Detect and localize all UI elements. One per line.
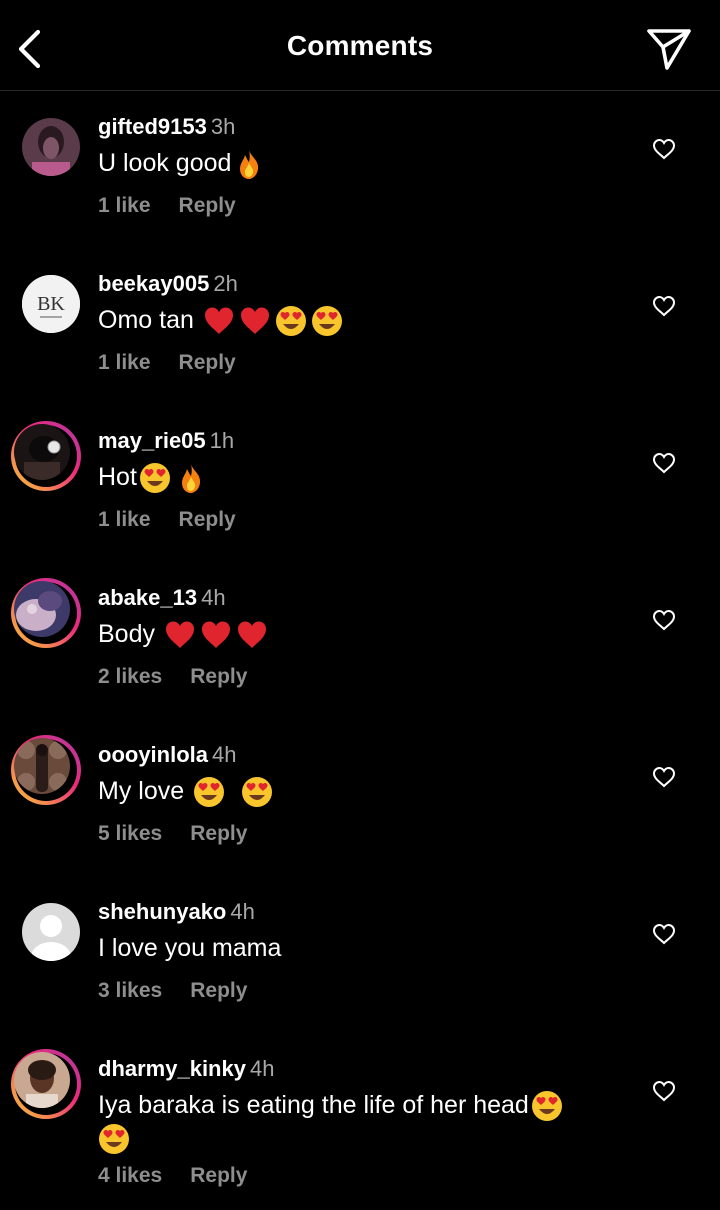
comment-item: gifted9153 3h U look good 1 like Reply	[0, 114, 720, 268]
username[interactable]: gifted9153	[98, 114, 207, 139]
username[interactable]: oooyinlola	[98, 742, 208, 767]
timestamp: 4h	[201, 585, 226, 610]
comment-text: Hot	[98, 462, 598, 494]
red-heart-icon	[204, 307, 233, 335]
like-count[interactable]: 5 likes	[98, 822, 162, 845]
like-count[interactable]: 4 likes	[98, 1164, 162, 1187]
avatar-monogram: BK	[37, 293, 65, 315]
comment-item: dharmy_kinky 4h Iya baraka is eating the …	[0, 1049, 720, 1210]
heart-icon[interactable]	[652, 766, 676, 788]
reply-button[interactable]: Reply	[190, 979, 247, 1002]
heart-eyes-emoji-icon	[242, 777, 273, 808]
comment-text: Iya baraka is eating the life of her hea…	[98, 1090, 598, 1155]
paper-plane-icon[interactable]	[646, 26, 692, 72]
timestamp: 1h	[209, 428, 235, 453]
reply-button[interactable]: Reply	[179, 194, 236, 217]
avatar[interactable]	[11, 578, 81, 648]
avatar[interactable]	[11, 421, 81, 491]
like-count[interactable]: 1 like	[98, 194, 151, 217]
avatar[interactable]	[22, 903, 80, 961]
like-count[interactable]: 2 likes	[98, 665, 162, 688]
heart-icon[interactable]	[652, 295, 676, 317]
heart-icon[interactable]	[652, 923, 676, 945]
heart-eyes-emoji-icon	[531, 1091, 562, 1122]
comment-item: may_rie05 1h Hot 1 like Reply	[0, 421, 720, 582]
comment-item: oooyinlola 4h My love 5 likes Reply	[0, 735, 720, 896]
avatar[interactable]	[11, 1049, 81, 1119]
fire-icon	[181, 464, 200, 494]
comment-item: shehunyako 4h I love you mama 3 likes Repl…	[0, 899, 720, 1053]
username[interactable]: abake_13	[98, 585, 197, 610]
timestamp: 4h	[249, 1056, 275, 1081]
red-heart-icon	[201, 621, 230, 649]
reply-button[interactable]: Reply	[190, 1164, 247, 1187]
red-heart-icon	[240, 307, 269, 335]
reply-button[interactable]: Reply	[179, 351, 236, 374]
comment-item: BK beekay005 2h Omo tan 1 like Reply	[0, 271, 720, 425]
username[interactable]: shehunyako	[98, 899, 226, 924]
avatar[interactable]	[22, 118, 80, 176]
heart-icon[interactable]	[652, 1080, 676, 1102]
heart-eyes-emoji-icon	[99, 1123, 129, 1154]
red-heart-icon	[165, 621, 194, 649]
heart-icon[interactable]	[652, 138, 676, 160]
fire-icon	[240, 150, 259, 180]
heart-icon[interactable]	[652, 452, 676, 474]
avatar[interactable]: BK	[22, 275, 80, 333]
timestamp: 4h	[212, 742, 237, 767]
comment-text: My love	[98, 776, 598, 808]
comment-text: I love you mama	[98, 934, 282, 962]
default-avatar-icon	[22, 903, 80, 961]
comment-text: Body	[98, 619, 598, 651]
username[interactable]: dharmy_kinky	[98, 1056, 246, 1081]
avatar[interactable]	[11, 735, 81, 805]
heart-eyes-emoji-icon	[139, 463, 170, 494]
like-count[interactable]: 1 like	[98, 508, 151, 531]
username[interactable]: beekay005	[98, 271, 209, 296]
top-bar: Comments	[0, 0, 720, 91]
comment-item: abake_13 4h Body 2 likes Reply	[0, 578, 720, 739]
comment-text: Omo tan	[98, 305, 598, 337]
reply-button[interactable]: Reply	[179, 508, 236, 531]
like-count[interactable]: 3 likes	[98, 979, 162, 1002]
timestamp: 4h	[230, 899, 255, 924]
red-heart-icon	[237, 621, 266, 649]
heart-eyes-emoji-icon	[194, 777, 225, 808]
page-title: Comments	[286, 30, 434, 61]
like-count[interactable]: 1 like	[98, 351, 151, 374]
comment-text: U look good	[98, 148, 598, 180]
reply-button[interactable]: Reply	[190, 822, 247, 845]
heart-eyes-emoji-icon	[275, 306, 306, 337]
timestamp: 3h	[210, 114, 236, 139]
timestamp: 2h	[213, 271, 238, 296]
reply-button[interactable]: Reply	[190, 665, 247, 688]
username[interactable]: may_rie05	[98, 428, 206, 453]
heart-eyes-emoji-icon	[311, 306, 342, 337]
heart-icon[interactable]	[652, 609, 676, 631]
